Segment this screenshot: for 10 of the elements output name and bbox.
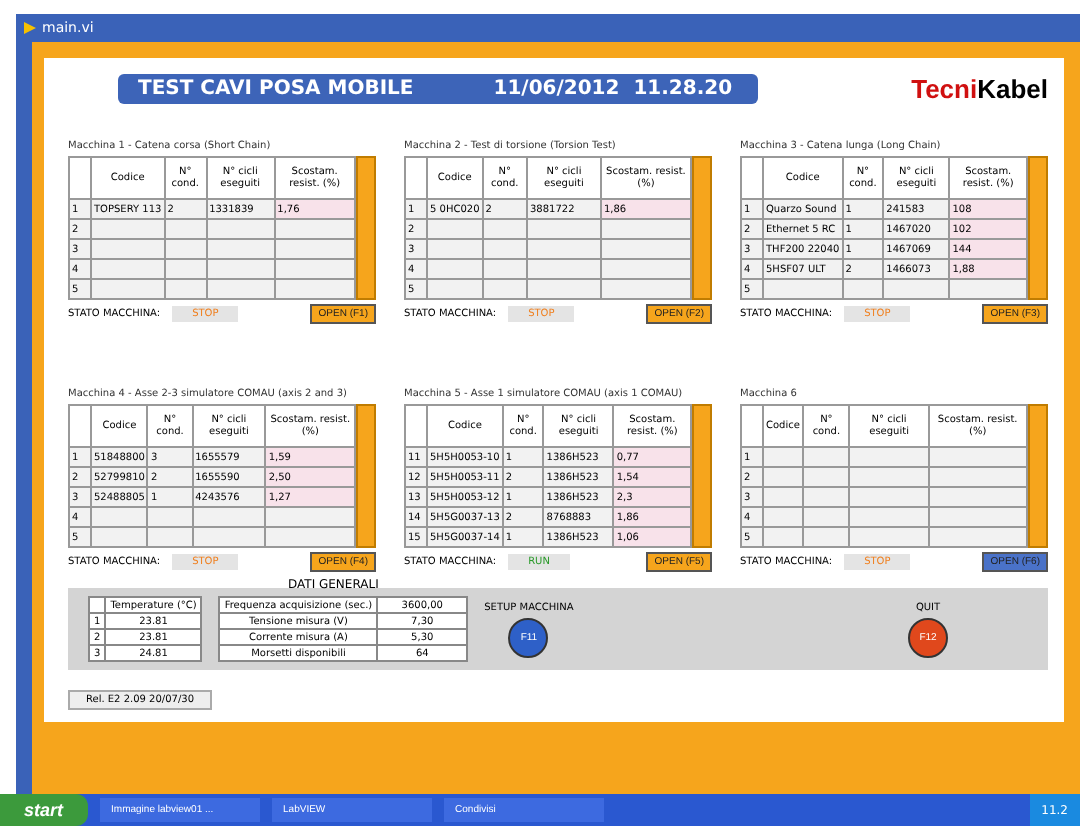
title-banner: TEST CAVI POSA MOBILE 11/06/2012 11.28.20 (118, 74, 758, 104)
app-icon (24, 22, 36, 34)
start-button[interactable]: start (0, 794, 88, 826)
scrollbar[interactable] (356, 404, 376, 548)
scrollbar[interactable] (692, 156, 712, 300)
scrollbar[interactable] (1028, 156, 1048, 300)
scrollbar[interactable] (1028, 404, 1048, 548)
scrollbar[interactable] (356, 156, 376, 300)
logo: TecniKabel (911, 74, 1048, 104)
scrollbar[interactable] (692, 404, 712, 548)
